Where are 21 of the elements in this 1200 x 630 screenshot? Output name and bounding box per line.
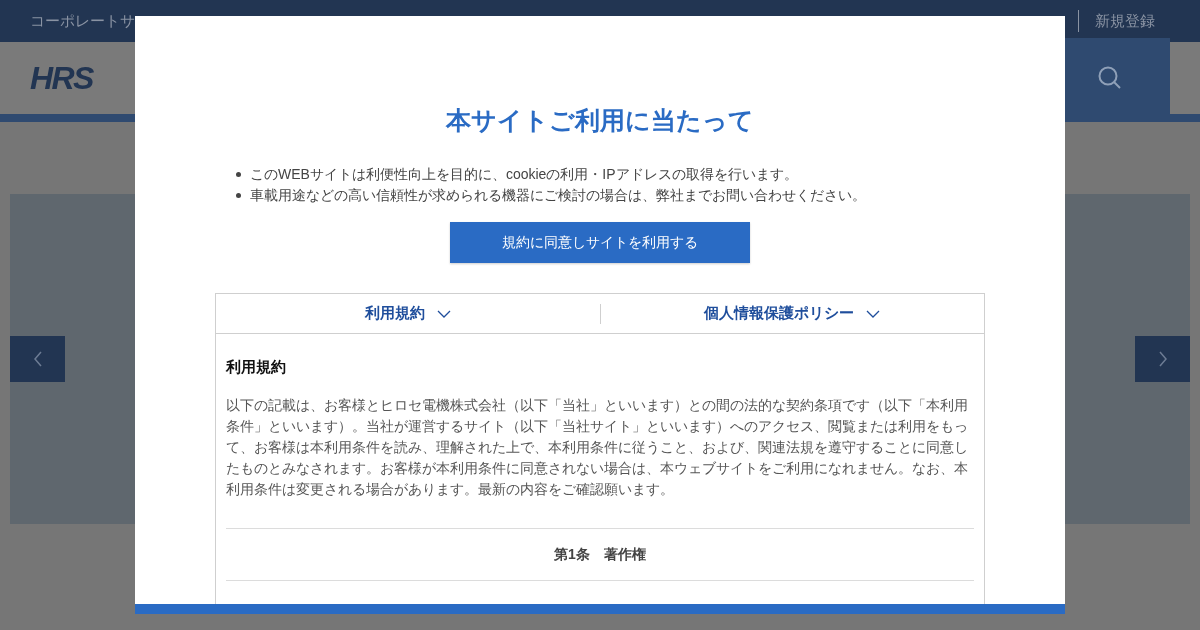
article-heading: 第1条 著作権 (554, 545, 646, 564)
chevron-left-icon (32, 351, 43, 367)
previous-button[interactable] (10, 336, 65, 382)
notice-text: 車載用途などの高い信頼性が求められる機器にご検討の場合は、弊社までお問い合わせください。 (250, 186, 866, 205)
accordion-tab[interactable]: 利用規約 (364, 302, 451, 325)
chevron-down-icon (866, 309, 881, 318)
dialog-title: 本サイトご利用に当たって (446, 105, 754, 136)
agree-button[interactable]: 規約に同意しサイトを利用する (450, 222, 750, 263)
logo[interactable]: HRS (30, 54, 93, 102)
content-heading: 利用規約 (226, 357, 287, 377)
bullet-icon (236, 193, 241, 198)
register-link[interactable]: 新規登録 (1078, 9, 1155, 33)
search-icon (1097, 65, 1123, 91)
chevron-down-icon (436, 309, 451, 318)
chevron-right-icon (1157, 351, 1168, 367)
notice-text: このWEBサイトは利便性向上を目的に、cookieの利用・IPアドレスの取得を行います。 (250, 165, 798, 184)
bullet-icon (236, 172, 241, 177)
next-button[interactable] (1135, 336, 1190, 382)
accordion-tab[interactable]: 個人情報保護ポリシー (704, 302, 881, 325)
terms-paragraph: 以下の記載は、お客様とヒロセ電機株式会社（以下「当社」といいます）との間の法的な契約条項です（以下「本利用条件」といいます）。当社が運営するサイト（以下「当社サイト」といいます）へのアクセス、閲覧または利用をもって、お客様は本利用条件を読み、理解された上で、本利用条件に従うこと、および、関連法規を遵守することに同意したものとみなされます。お客様が本利用条件に同意されない場合は、本ウェブサイトをご利用になれません。なお、本利用条件は変更される場合があります。最新の内容をご確認願います。 (226, 396, 969, 499)
corporate-site-link[interactable]: コーポレートサ (30, 9, 135, 33)
